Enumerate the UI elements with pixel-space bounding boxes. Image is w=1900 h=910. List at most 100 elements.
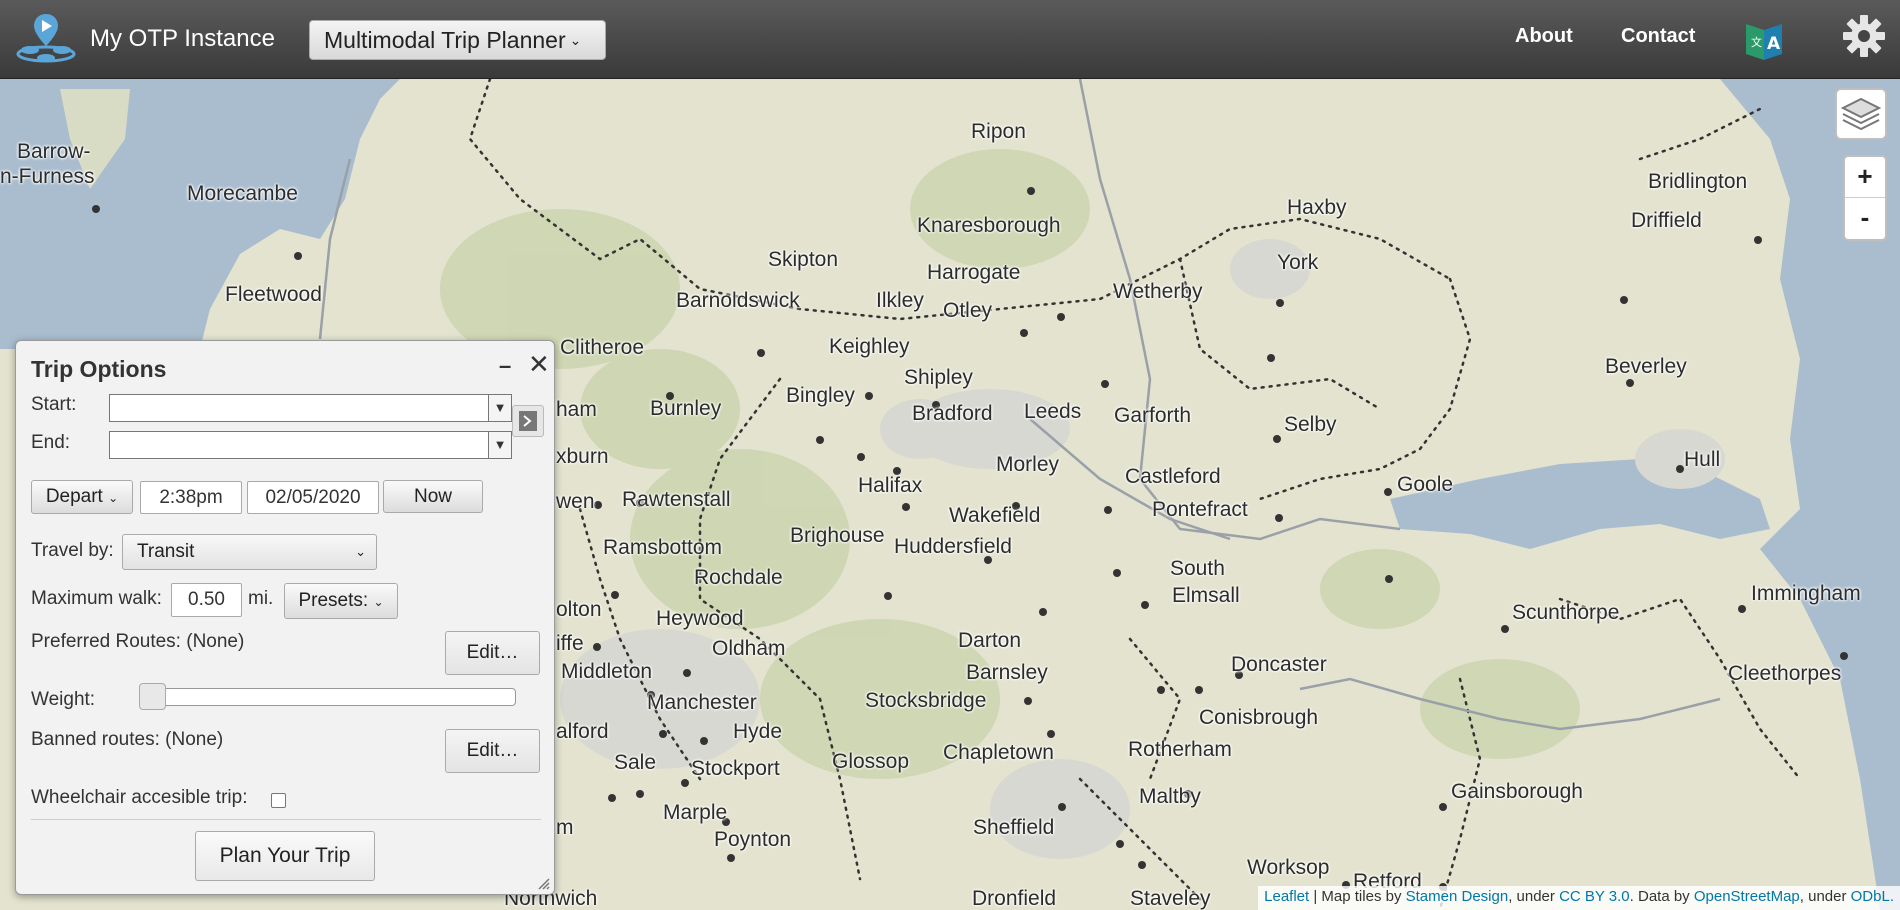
city-label: Chapletown (943, 741, 1054, 764)
city-label: Doncaster (1231, 653, 1327, 676)
date-input[interactable]: 02/05/2020 (247, 481, 379, 514)
svg-text:文: 文 (1751, 35, 1762, 49)
weight-slider-handle[interactable] (139, 683, 166, 710)
city-label: Glossop (832, 750, 910, 773)
city-label: Burnley (650, 397, 722, 420)
about-link[interactable]: About (1515, 25, 1573, 48)
close-button[interactable]: ✕ (528, 349, 550, 380)
city-label: Wetherby (1113, 280, 1203, 303)
plan-trip-button[interactable]: Plan Your Trip (195, 831, 375, 881)
city-label: wen (556, 490, 595, 513)
ccby-link[interactable]: CC BY 3.0 (1559, 888, 1630, 905)
city-label: Garforth (1114, 404, 1192, 427)
end-dropdown-button[interactable]: ▼ (488, 431, 512, 459)
travel-mode-select[interactable]: Transit ⌄ (122, 534, 377, 570)
city-label: Brighouse (790, 524, 885, 547)
wheelchair-label: Wheelchair accesible trip: (31, 787, 248, 808)
city-label: Clitheroe (560, 336, 645, 359)
time-input[interactable]: 2:38pm (140, 481, 242, 514)
chevron-down-icon: ⌄ (355, 544, 366, 559)
city-label: Manchester (647, 691, 757, 714)
translate-icon[interactable]: 文 A (1744, 20, 1784, 62)
panel-divider (31, 819, 541, 820)
osm-link[interactable]: OpenStreetMap (1694, 888, 1800, 905)
city-label: Sheffield (973, 816, 1055, 839)
edit-preferred-routes-button[interactable]: Edit… (445, 631, 540, 675)
city-label: Wakefield (949, 504, 1041, 527)
resize-handle-icon[interactable] (538, 878, 550, 890)
city-label: Huddersfield (894, 535, 1012, 558)
city-label: Rochdale (694, 566, 783, 589)
depart-dropdown[interactable]: Depart ⌄ (31, 480, 133, 514)
weight-slider-track[interactable] (146, 688, 516, 706)
swap-locations-button[interactable] (512, 405, 544, 437)
city-label: Driffield (1631, 209, 1702, 232)
city-label: Darton (958, 629, 1022, 652)
city-label: Bingley (786, 384, 855, 407)
leaflet-link[interactable]: Leaflet (1264, 888, 1309, 905)
city-label: Halifax (858, 474, 923, 497)
attribution-text: | Map tiles by (1309, 888, 1406, 905)
now-button[interactable]: Now (383, 480, 483, 513)
layers-button[interactable] (1835, 88, 1887, 140)
depart-label: Depart (45, 486, 103, 507)
max-walk-unit: mi. (248, 588, 274, 609)
city-label: Bradford (912, 402, 993, 425)
map-attribution: Leaflet | Map tiles by Stamen Design, un… (1258, 886, 1900, 910)
wheelchair-checkbox[interactable] (271, 793, 286, 808)
panel-title: Trip Options (31, 356, 167, 382)
city-label: Leeds (1024, 400, 1082, 423)
city-label: Sale (614, 751, 657, 774)
odbl-link[interactable]: ODbL. (1851, 888, 1894, 905)
gear-icon[interactable] (1842, 14, 1886, 58)
city-label: Middleton (561, 660, 653, 683)
weight-label: Weight: (31, 689, 96, 710)
start-dropdown-button[interactable]: ▼ (488, 394, 512, 422)
city-label: Maltby (1139, 785, 1201, 808)
chevron-down-icon: ⌄ (108, 491, 119, 505)
minimize-button[interactable]: – (499, 353, 511, 379)
mode-selector-dropdown[interactable]: Multimodal Trip Planner ⌄ (309, 20, 606, 60)
presets-dropdown[interactable]: Presets: ⌄ (284, 583, 398, 619)
city-label: York (1277, 251, 1319, 274)
start-input[interactable] (109, 394, 489, 422)
contact-link[interactable]: Contact (1621, 25, 1695, 48)
city-label: Cleethorpes (1728, 662, 1842, 685)
stamen-link[interactable]: Stamen Design (1406, 888, 1509, 905)
city-label: Knaresborough (917, 214, 1061, 237)
zoom-out-button[interactable]: - (1845, 198, 1885, 238)
city-label: Poynton (714, 828, 792, 851)
city-label: Marple (663, 801, 728, 824)
city-label: Immingham (1751, 582, 1861, 605)
city-label: Barrow- (17, 140, 91, 163)
city-label: Stockport (691, 757, 780, 780)
city-label: Pontefract (1152, 498, 1248, 521)
otp-logo-icon[interactable] (14, 12, 78, 64)
top-navbar: My OTP Instance Multimodal Trip Planner ⌄… (0, 0, 1900, 79)
trip-options-panel: Trip Options – ✕ Start: ▼ End: ▼ Depart … (15, 340, 555, 895)
chevron-down-icon: ⌄ (373, 595, 384, 609)
city-label: Castleford (1125, 465, 1221, 488)
city-label: Ripon (971, 120, 1026, 143)
edit-banned-routes-button[interactable]: Edit… (445, 729, 540, 773)
zoom-in-button[interactable]: + (1845, 157, 1885, 198)
city-label: Goole (1397, 473, 1454, 496)
mode-selector-label: Multimodal Trip Planner (324, 27, 566, 53)
svg-text:A: A (1767, 34, 1781, 54)
city-label: Barnoldswick (676, 289, 800, 312)
city-label: Haxby (1287, 196, 1347, 219)
end-input[interactable] (109, 431, 489, 459)
brand-title[interactable]: My OTP Instance (90, 25, 275, 53)
city-label: Oldham (712, 637, 786, 660)
city-label: Harrogate (927, 261, 1021, 284)
city-label: Hyde (733, 720, 783, 743)
max-walk-input[interactable]: 0.50 (171, 583, 242, 617)
city-label: South (1170, 557, 1225, 580)
start-label: Start: (31, 394, 77, 415)
city-label: Bridlington (1648, 170, 1748, 193)
city-label: Gainsborough (1451, 780, 1583, 803)
city-label: Morecambe (187, 182, 298, 205)
city-label: Keighley (829, 335, 910, 358)
zoom-control: + - (1843, 155, 1887, 241)
city-label: Ilkley (876, 289, 924, 312)
